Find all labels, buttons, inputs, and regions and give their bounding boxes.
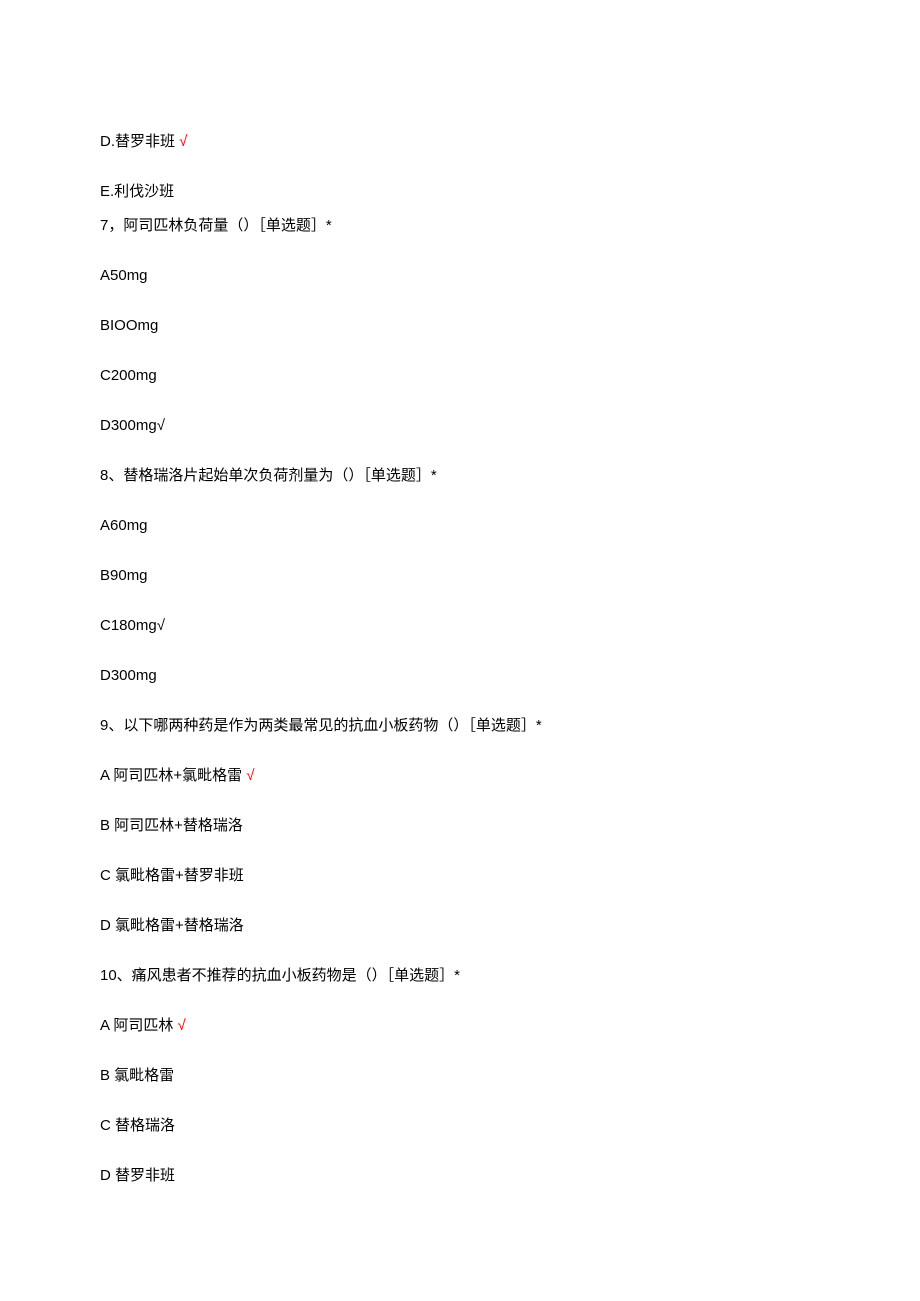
option-line: D300mg [100,664,820,688]
option-line: C 替格瑞洛 [100,1114,820,1138]
option-label: A50mg [100,267,148,284]
option-label: D300mg [100,667,157,684]
option-label: A 阿司匹林+氯毗格雷 [100,767,246,784]
option-line: C180mg√ [100,614,820,638]
question-title: 10、痛风患者不推荐的抗血小板药物是（）［单选题］* [100,964,820,988]
option-label: B90mg [100,567,148,584]
option-line: B 氯毗格雷 [100,1064,820,1088]
option-line: D 氯毗格雷+替格瑞洛 [100,914,820,938]
correct-mark-icon: √ [157,417,165,434]
option-line: B 阿司匹林+替格瑞洛 [100,814,820,838]
option-label: C 替格瑞洛 [100,1117,175,1134]
option-label: BIOOmg [100,317,158,334]
option-line: A 阿司匹林 √ [100,1014,820,1038]
option-label: D300mg [100,417,157,434]
option-line: D 替罗非班 [100,1164,820,1188]
option-line: C200mg [100,364,820,388]
option-label: C 氯毗格雷+替罗非班 [100,867,244,884]
option-label: B 阿司匹林+替格瑞洛 [100,817,243,834]
option-line: C 氯毗格雷+替罗非班 [100,864,820,888]
question-title: 8、替格瑞洛片起始单次负荷剂量为（）［单选题］* [100,464,820,488]
option-line: A50mg [100,264,820,288]
question-title: 7，阿司匹林负荷量（）［单选题］* [100,214,820,238]
option-line: D300mg√ [100,414,820,438]
option-label: D 替罗非班 [100,1167,175,1184]
correct-mark-icon: √ [179,133,187,150]
option-label: C200mg [100,367,157,384]
option-label: D 氯毗格雷+替格瑞洛 [100,917,244,934]
correct-mark-icon: √ [157,617,165,634]
question-title: 9、以下哪两种药是作为两类最常见的抗血小板药物（）［单选题］* [100,714,820,738]
option-line: E.利伐沙班 [100,180,820,204]
option-label: A60mg [100,517,148,534]
option-label: D.替罗非班 [100,133,179,150]
option-line: B90mg [100,564,820,588]
option-label: A 阿司匹林 [100,1017,178,1034]
option-label: C180mg [100,617,157,634]
option-line: BIOOmg [100,314,820,338]
option-line: A60mg [100,514,820,538]
option-label: E.利伐沙班 [100,183,174,200]
correct-mark-icon: √ [246,767,254,784]
option-line: D.替罗非班 √ [100,130,820,154]
option-line: A 阿司匹林+氯毗格雷 √ [100,764,820,788]
option-label: B 氯毗格雷 [100,1067,174,1084]
correct-mark-icon: √ [178,1017,186,1034]
